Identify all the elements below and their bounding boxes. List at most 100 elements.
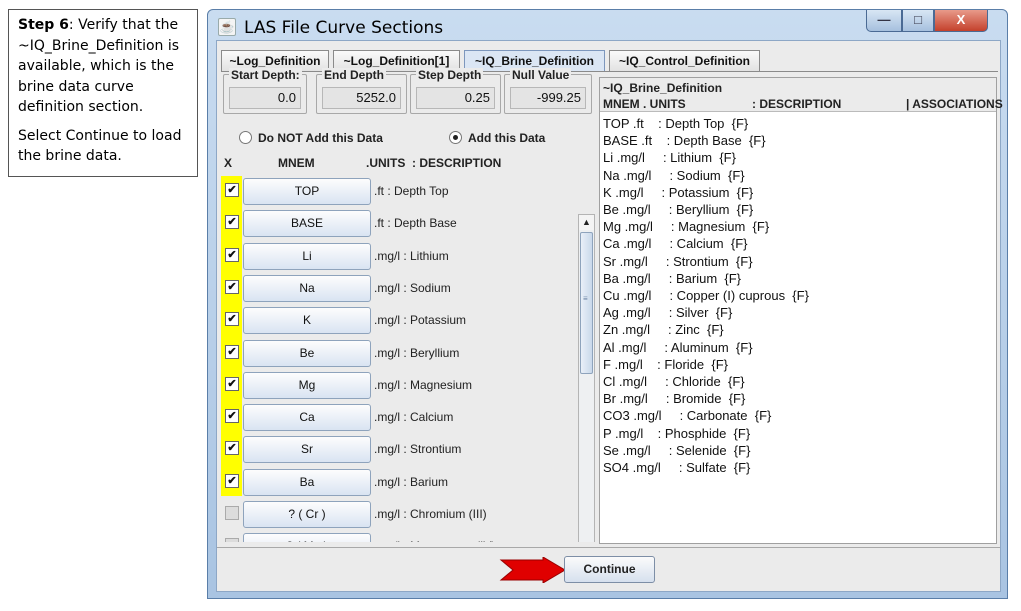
curve-description: .mg/l : Chromium (III) [374,507,487,521]
curve-mnem-button[interactable]: Na [243,274,371,302]
curve-mnem-button[interactable]: TOP [243,178,371,205]
null-value-field: -999.25 [510,87,586,109]
preview-line: Ba .mg/l : Barium {F} [603,270,741,286]
curve-mnem-button[interactable]: Ba [243,468,371,496]
grip-icon: ≡ [583,294,588,303]
preview-line: CO3 .mg/l : Carbonate {F} [603,408,772,424]
curve-row: ✔ Ca .mg/l : Calcium [221,402,576,434]
curve-selection-panel: Start Depth: 0.0 End Depth 5252.0 Step D… [221,68,596,544]
preview-line: Ca .mg/l : Calcium {F} [603,236,748,252]
preview-line: F .mg/l : Floride {F} [603,356,728,372]
java-app-icon: ☕ [218,18,236,36]
section-preview-panel: ~IQ_Brine_Definition MNEM . UNITS : DESC… [599,77,1003,544]
column-header-mnem: MNEM [278,156,315,170]
preview-line: Sr .mg/l : Strontium {F} [603,253,753,269]
curve-list: ✔ TOP .ft : Depth Top ✔ BASE .ft : Depth Base… [221,176,596,542]
preview-line: SO4 .mg/l : Sulfate {F} [603,460,751,475]
preview-line: TOP .ft : Depth Top {F} [603,116,749,131]
radio-add[interactable]: Add this Data [449,131,545,145]
instruction-callout: Step 6: Verify that the ~IQ_Brine_Defini… [8,9,198,177]
step-depth-group: Step Depth 0.25 [410,68,501,114]
curve-checkbox[interactable]: ✔ [225,409,239,424]
close-button[interactable]: X [934,10,988,32]
preview-line: Al .mg/l : Aluminum {F} [603,339,753,355]
preview-line: Cu .mg/l : Copper (I) cuprous {F} [603,288,809,303]
curve-mnem-button[interactable]: K [243,307,371,335]
curve-row: ? ( Mn ).mg/l : Manganese (IV) [221,531,576,542]
maximize-button[interactable]: □ [902,10,934,32]
curve-row: ✔ Na .mg/l : Sodium [221,273,576,305]
radio-add-dot[interactable] [449,131,462,144]
curve-checkbox[interactable]: ✔ [225,279,239,294]
preview-line: Mg .mg/l : Magnesium {F} [603,219,770,235]
curve-description: .mg/l : Strontium [374,442,462,457]
curve-checkbox[interactable]: ✔ [225,183,239,197]
scroll-thumb[interactable]: ≡ [580,232,593,374]
curve-checkbox[interactable]: ✔ [225,441,239,456]
curve-description: .mg/l : Barium [374,474,449,489]
curve-mnem-button[interactable]: Be [243,339,371,367]
curve-row: ✔ Li .mg/l : Lithium [221,241,576,273]
radio-do-not-add-label: Do NOT Add this Data [258,131,383,145]
curve-mnem-button[interactable]: ? ( Mn ) [243,533,371,542]
window-title: LAS File Curve Sections [244,18,444,38]
end-depth-group: End Depth 5252.0 [316,68,407,114]
preview-line: P .mg/l : Phosphide {F} [603,425,751,441]
curve-description: .ft : Depth Base [374,216,457,231]
curve-checkbox[interactable]: ✔ [225,312,239,327]
preview-line: BASE .ft : Depth Base {F} [603,133,766,149]
curve-mnem-button[interactable]: Mg [243,371,371,399]
curve-checkbox[interactable]: ✔ [225,344,239,359]
null-value-group: Null Value -999.25 [504,68,592,114]
scroll-up-icon[interactable]: ▲ [579,215,594,230]
preview-line: Se .mg/l : Selenide {F} [603,442,751,458]
curve-checkbox[interactable] [225,506,239,520]
start-depth-field: 0.0 [229,87,301,109]
curve-row: ✔ Sr .mg/l : Strontium [221,434,576,466]
step-instruction: Step 6: Verify that the ~IQ_Brine_Defini… [18,15,188,118]
curve-row: ✔ K .mg/l : Potassium [221,305,576,337]
tab-iq-control-definition[interactable]: ~IQ_Control_Definition [609,50,760,71]
curve-row: ✔ Be .mg/l : Beryllium [221,338,576,370]
preview-col-associations: | ASSOCIATIONS [906,97,1003,111]
preview-line: Li .mg/l : Lithium {F} [603,150,736,166]
curve-list-scrollbar[interactable]: ▲ ≡ ▼ [578,214,595,542]
curve-description: .mg/l : Beryllium [374,345,460,360]
step-depth-label: Step Depth [416,68,484,82]
curve-row: ? ( Cr ) .mg/l : Chromium (III) [221,499,576,531]
curve-mnem-button[interactable]: Sr [243,436,371,464]
curve-mnem-button[interactable]: Li [243,242,371,270]
preview-col-mnem-units: MNEM . UNITS [603,97,686,111]
preview-line: Be .mg/l : Beryllium {F} [603,202,754,217]
curve-mnem-button[interactable]: Ca [243,404,371,432]
radio-add-label: Add this Data [468,131,546,145]
curve-description: .mg/l : Sodium [374,280,451,295]
preview-line: K .mg/l : Potassium {F} [603,184,754,200]
curve-description: .ft : Depth Top [374,184,449,198]
end-depth-field: 5252.0 [322,87,401,109]
curve-row: ✔ BASE .ft : Depth Base [221,208,576,240]
curve-checkbox[interactable]: ✔ [225,215,239,230]
preview-line: Ag .mg/l : Silver {F} [603,305,733,321]
curve-checkbox[interactable]: ✔ [225,247,239,262]
window-content: ~Log_Definition ~Log_Definition[1] ~IQ_B… [216,40,1003,592]
start-depth-group: Start Depth: 0.0 [223,68,307,114]
radio-do-not-add[interactable]: Do NOT Add this Data [239,131,383,145]
minimize-button[interactable]: — [866,10,902,32]
preview-line: Zn .mg/l : Zinc {F} [603,322,724,338]
curve-checkbox[interactable]: ✔ [225,473,239,488]
curve-description: .mg/l : Lithium [374,248,449,263]
preview-line: Cl .mg/l : Chloride {F} [603,374,745,389]
curve-row: ✔ Mg .mg/l : Magnesium [221,370,576,402]
curve-checkbox[interactable] [225,538,239,542]
radio-do-not-add-dot[interactable] [239,131,252,144]
curve-checkbox[interactable]: ✔ [225,376,239,391]
continue-button[interactable]: Continue [564,556,655,583]
preview-header: ~IQ_Brine_Definition MNEM . UNITS : DESC… [600,78,1003,112]
curve-mnem-button[interactable]: BASE [243,210,371,238]
preview-line: Br .mg/l : Bromide {F} [603,391,746,407]
curve-row: ✔ TOP .ft : Depth Top [221,176,576,208]
step-label: Step 6 [18,17,69,33]
start-depth-label: Start Depth: [229,68,302,82]
curve-mnem-button[interactable]: ? ( Cr ) [243,501,371,528]
